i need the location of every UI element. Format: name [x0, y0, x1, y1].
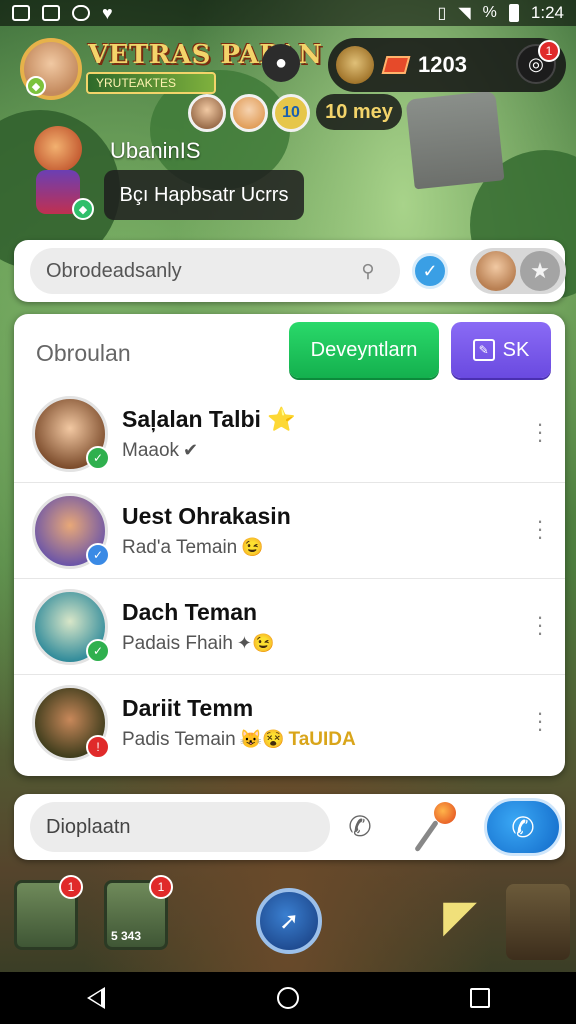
photo-icon [42, 5, 60, 21]
search-card: ⚲ ✓ ★ [14, 240, 566, 302]
clock: 1:24 [530, 3, 564, 22]
contact-name: Dach Teman [122, 599, 258, 625]
contact-name: Uest Ohrakasin [122, 503, 291, 529]
contact-status: Padis Temain 😺😵 TaUIDA [122, 729, 356, 750]
profile-switcher[interactable]: ★ [470, 248, 566, 294]
hero-head [34, 126, 82, 172]
notification-count: 1 [538, 40, 560, 62]
friend-avatar[interactable] [230, 94, 268, 132]
level-badge[interactable]: 10 [272, 94, 310, 132]
contact-status: Rad'a Temain 😉 [122, 537, 264, 558]
primary-action-button[interactable]: Deveyntlarn [289, 322, 439, 378]
more-options-icon[interactable]: · · · [533, 510, 547, 548]
speech-bubble: Bçı Hapbsatr Ucrrs [104, 170, 304, 220]
contact-status: Padais Fhaih ✦😉 [122, 633, 275, 654]
friend-avatar[interactable] [188, 94, 226, 132]
dock-item-stat: 5 343 [111, 929, 142, 943]
recents-button[interactable] [460, 978, 500, 1018]
back-button[interactable] [76, 978, 116, 1018]
battle-button[interactable] [506, 884, 570, 960]
panel-title: Obroulan [36, 340, 131, 366]
alert-badge-icon: ! [86, 735, 110, 759]
secondary-action-label: SK [502, 338, 530, 361]
secondary-action-button[interactable]: ✎ SK [451, 322, 551, 378]
check-icon: ◆ [72, 198, 94, 220]
currency-bar[interactable]: 1203 ◎ 1 [328, 38, 566, 92]
location-pin-icon[interactable]: ● [262, 44, 300, 82]
star-icon[interactable]: ★ [520, 251, 560, 291]
contact-status: Maaok ✔ [122, 440, 199, 461]
paper-plane-icon[interactable]: ◤ [432, 888, 488, 944]
username: UbaninIS [110, 138, 201, 163]
dock-badge: 1 [59, 875, 83, 899]
search-input[interactable] [30, 248, 400, 294]
recents-icon [470, 988, 490, 1008]
edit-icon: ✎ [472, 339, 495, 361]
contact-row[interactable]: ✓ Saļalan Talbi ⭐ Maaok ✔ · · · [14, 386, 565, 482]
mic-handle [414, 819, 439, 853]
wifi-icon: ◥ [458, 5, 471, 22]
home-icon [277, 987, 299, 1009]
contacts-panel: Obroulan Deveyntlarn ✎ SK ✓ Saļalan Talb… [14, 314, 565, 776]
contact-name: Dariit Temm [122, 695, 254, 721]
gem-icon [381, 56, 411, 74]
system-nav-bar [0, 972, 576, 1024]
vibrate-icon: ▯ [437, 5, 447, 22]
microphone-icon[interactable] [408, 800, 458, 854]
currency-amount: 1203 [418, 52, 467, 77]
more-options-icon[interactable]: · · · [533, 702, 547, 740]
dock-item-friends[interactable]: 1 5 343 [104, 875, 173, 950]
contact-row[interactable]: ✓ Dach Teman Padais Fhaih ✦😉 · · · [14, 578, 565, 674]
map-button[interactable]: ➚ [256, 888, 322, 954]
days-label: 10 mey [316, 94, 402, 130]
heart-icon: ♥ [102, 3, 113, 23]
check-badge-icon: ✓ [86, 446, 110, 470]
contact-row[interactable]: ✓ Uest Ohrakasin Rad'a Temain 😉 · · · [14, 482, 565, 578]
more-options-icon[interactable]: · · · [533, 413, 547, 451]
call-button[interactable]: ✆ [484, 798, 562, 856]
phone-outline-icon[interactable]: ✆ [340, 806, 380, 846]
message-input[interactable] [30, 802, 330, 852]
hero-character[interactable]: ◆ [24, 118, 94, 220]
avatar [476, 251, 516, 291]
level-badge-icon: ◆ [26, 76, 46, 96]
message-bar: ✆ ✆ [14, 794, 565, 860]
verified-badge-icon: ✓ [86, 543, 110, 567]
app-icon [12, 5, 30, 21]
battery-icon [508, 4, 519, 22]
home-button[interactable] [268, 978, 308, 1018]
player-avatar[interactable]: ◆ [20, 38, 82, 100]
hut-scenery [405, 90, 505, 190]
status-bar: ♥ ▯ ◥ % 1:24 [0, 0, 576, 26]
notification-button[interactable]: ◎ 1 [516, 40, 560, 84]
contact-row[interactable]: ! Dariit Temm Padis Temain 😺😵 TaUIDA · · · [14, 674, 565, 770]
check-badge-icon: ✓ [86, 639, 110, 663]
search-icon[interactable]: ⚲ [354, 257, 382, 285]
more-options-icon[interactable]: · · · [533, 606, 547, 644]
mascot-avatar [336, 46, 374, 84]
dock-badge: 1 [149, 875, 173, 899]
back-icon [87, 987, 105, 1009]
verified-icon[interactable]: ✓ [412, 253, 448, 289]
gamepad-icon [72, 5, 90, 21]
battery-percent: % [482, 4, 497, 21]
dock-item-quests[interactable]: 1 [14, 875, 83, 950]
game-subtitle: YRUTEAKTES [86, 72, 216, 94]
contact-name: Saļalan Talbi ⭐ [122, 406, 296, 432]
